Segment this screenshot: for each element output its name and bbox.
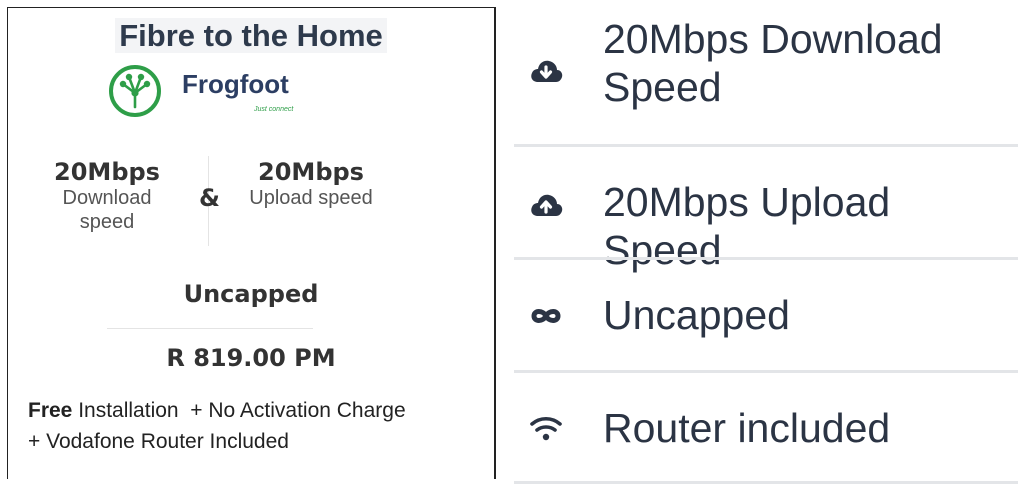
offer-line1: Installation + No Activation Charge bbox=[72, 399, 406, 422]
frogfoot-logo: Frogfoot Just connect bbox=[106, 63, 316, 119]
feature-row-uncapped: Uncapped bbox=[514, 260, 1018, 373]
price-label: R 819.00 PM bbox=[166, 344, 336, 372]
uncapped-label: Uncapped bbox=[183, 280, 319, 308]
wifi-icon bbox=[530, 416, 562, 441]
package-title: Fibre to the Home bbox=[8, 18, 494, 54]
package-card: Fibre to the Home Frogfoot Just connect … bbox=[7, 7, 496, 479]
offer-free: Free bbox=[28, 399, 73, 422]
feature-label-router: Router included bbox=[603, 405, 891, 451]
download-speed-value: 20Mbps bbox=[54, 158, 160, 186]
feature-row-upload: 20Mbps Upload Speed bbox=[514, 147, 1018, 273]
feature-label-download-line1: 20Mbps Download bbox=[603, 16, 943, 62]
cloud-upload-icon bbox=[531, 194, 563, 216]
upload-speed-label: Upload speed bbox=[249, 187, 373, 209]
frogfoot-emblem-icon bbox=[109, 65, 161, 117]
feature-label-download-line2: Speed bbox=[603, 64, 722, 110]
upload-speed-block: 20Mbps Upload speed bbox=[236, 158, 386, 210]
feature-label-download: 20Mbps Download Speed bbox=[603, 15, 943, 111]
download-speed-label-line2: speed bbox=[79, 211, 135, 233]
offer-text: Free Installation + No Activation Charge… bbox=[28, 395, 488, 457]
feature-list: 20Mbps Download Speed 20Mbps Upload Spee… bbox=[514, 0, 1018, 484]
logo-tagline: Just connect bbox=[254, 106, 294, 113]
download-speed-label-line1: Download bbox=[62, 187, 152, 209]
logo-wordmark: Frogfoot bbox=[182, 69, 289, 99]
feature-label-uncapped: Uncapped bbox=[603, 292, 790, 338]
feature-row-download: 20Mbps Download Speed bbox=[514, 0, 1018, 147]
price-divider bbox=[107, 328, 313, 329]
offer-line2: + Vodafone Router Included bbox=[28, 430, 289, 453]
upload-speed-value: 20Mbps bbox=[258, 158, 364, 186]
cloud-download-icon bbox=[531, 60, 563, 82]
feature-row-router: Router included bbox=[514, 373, 1018, 484]
download-speed-block: 20Mbps Download speed bbox=[44, 158, 170, 234]
infinity-icon bbox=[531, 309, 561, 323]
ampersand: & bbox=[199, 184, 220, 212]
